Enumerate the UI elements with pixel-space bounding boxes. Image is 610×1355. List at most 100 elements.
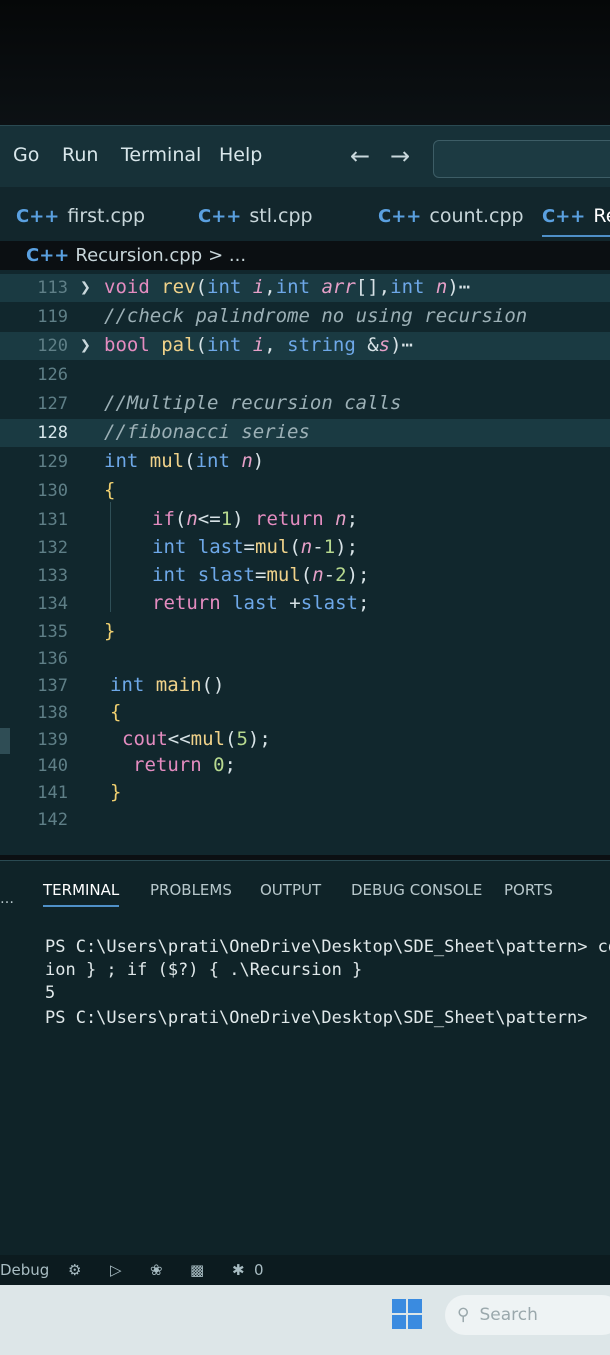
- line-number: 134: [37, 594, 68, 614]
- line-number: 119: [37, 307, 68, 327]
- code-comment: //check palindrome no using recursion: [104, 305, 528, 327]
- code-line[interactable]: 140 return 0;: [0, 752, 610, 780]
- code-line[interactable]: 113 ❯ void rev(int i,int arr[],int n)⋯: [0, 274, 610, 302]
- tab-label: stl.cpp: [249, 205, 313, 227]
- gear-icon[interactable]: ⚙: [68, 1261, 81, 1279]
- cpp-file-icon: C++: [198, 205, 242, 227]
- tab-problems[interactable]: PROBLEMS: [150, 881, 232, 899]
- cpp-file-icon: C++: [542, 205, 586, 227]
- more-icon[interactable]: …: [0, 891, 14, 907]
- arrow-right-icon[interactable]: →: [390, 142, 410, 170]
- line-number: 129: [37, 452, 68, 472]
- status-bar: Debug ⚙ ▷ ❀ ▩ ✱ 0: [0, 1255, 610, 1285]
- cpp-file-icon: C++: [378, 205, 422, 227]
- code-editor[interactable]: 113 ❯ void rev(int i,int arr[],int n)⋯ 1…: [0, 270, 610, 855]
- code-text: void rev(int i,int arr[],int n)⋯: [104, 276, 471, 298]
- code-line[interactable]: 131 if(n<=1) return n;: [0, 506, 610, 534]
- line-number: 139: [37, 730, 68, 750]
- tab-debug-console[interactable]: DEBUG CONSOLE: [351, 881, 482, 899]
- code-text: bool pal(int i, string &s)⋯: [104, 334, 413, 356]
- tab-ports[interactable]: PORTS: [504, 881, 553, 899]
- code-line[interactable]: 139 cout<<mul(5);: [0, 726, 610, 754]
- code-comment: //Multiple recursion calls: [104, 392, 402, 414]
- breadcrumb-file[interactable]: Recursion.cpp: [75, 245, 202, 266]
- windows-logo-icon[interactable]: [392, 1299, 422, 1329]
- code-comment: //fibonacci series: [104, 421, 310, 443]
- taskbar-search[interactable]: ⚲ Search: [445, 1295, 610, 1335]
- line-number: 120: [37, 336, 68, 356]
- code-line[interactable]: 132 int last=mul(n-1);: [0, 534, 610, 562]
- play-icon[interactable]: ▷: [110, 1261, 122, 1279]
- tab-output[interactable]: OUTPUT: [260, 881, 321, 899]
- code-text: return last +slast;: [152, 592, 370, 614]
- code-text: cout<<mul(5);: [122, 728, 271, 750]
- terminal-output: 5: [45, 983, 56, 1003]
- terminal-prompt[interactable]: PS C:\Users\prati\OneDrive\Desktop\SDE_S…: [45, 1008, 587, 1028]
- line-number: 113: [37, 278, 68, 298]
- menu-bar: Go Run Terminal Help ← →: [0, 125, 610, 188]
- cpp-file-icon: C++: [16, 205, 60, 227]
- code-text: int mul(int n): [104, 450, 265, 472]
- menu-go[interactable]: Go: [13, 144, 39, 166]
- trash-icon[interactable]: ▩: [190, 1261, 204, 1279]
- tab-terminal[interactable]: TERMINAL: [43, 881, 120, 907]
- code-line[interactable]: 135 }: [0, 618, 610, 646]
- breadcrumb-separator: > ...: [208, 244, 247, 266]
- code-text: }: [104, 620, 116, 642]
- breadcrumb[interactable]: C++ Recursion.cpp > ...: [26, 242, 246, 268]
- line-number: 128: [37, 423, 68, 443]
- code-line[interactable]: 134 return last +slast;: [0, 590, 610, 618]
- code-text: int main(): [110, 674, 225, 696]
- tab-label: Re: [593, 205, 610, 227]
- code-text: int last=mul(n-1);: [152, 536, 359, 558]
- code-line[interactable]: 120 ❯ bool pal(int i, string &s)⋯: [0, 332, 610, 360]
- menu-run[interactable]: Run: [62, 144, 98, 166]
- bottom-panel: TERMINAL PROBLEMS OUTPUT DEBUG CONSOLE P…: [0, 860, 610, 1256]
- line-number: 138: [37, 703, 68, 723]
- line-number: 141: [37, 783, 68, 803]
- menu-help[interactable]: Help: [219, 144, 262, 166]
- line-number: 135: [37, 622, 68, 642]
- tab-recursion-cpp[interactable]: C++ Re: [542, 197, 610, 237]
- fold-chevron-icon[interactable]: ❯: [80, 277, 91, 298]
- tab-label: count.cpp: [429, 205, 524, 227]
- monitor-bezel: [0, 0, 610, 125]
- tab-stl-cpp[interactable]: C++ stl.cpp: [198, 197, 313, 235]
- line-number: 140: [37, 756, 68, 776]
- code-line-current[interactable]: 128 //fibonacci series: [0, 419, 610, 447]
- debug-label[interactable]: Debug: [0, 1261, 49, 1279]
- code-text: }: [110, 781, 122, 803]
- code-text: {: [104, 479, 116, 501]
- menu-terminal[interactable]: Terminal: [121, 144, 201, 166]
- taskbar-search-placeholder: Search: [479, 1305, 538, 1325]
- windows-taskbar: ⚲ Search: [0, 1285, 610, 1355]
- bug-icon[interactable]: ❀: [150, 1261, 163, 1279]
- terminal-line: PS C:\Users\prati\OneDrive\Desktop\SDE_S…: [45, 937, 610, 957]
- fold-chevron-icon[interactable]: ❯: [80, 335, 91, 356]
- code-line[interactable]: 119 //check palindrome no using recursio…: [0, 303, 610, 331]
- line-number: 126: [37, 365, 68, 385]
- tab-count-cpp[interactable]: C++ count.cpp: [378, 197, 524, 235]
- cpp-file-icon: C++: [26, 244, 70, 266]
- broadcast-icon[interactable]: ✱: [232, 1261, 245, 1279]
- line-number: 133: [37, 566, 68, 586]
- line-number: 130: [37, 481, 68, 501]
- line-number: 132: [37, 538, 68, 558]
- arrow-left-icon[interactable]: ←: [350, 142, 370, 170]
- line-number: 131: [37, 510, 68, 530]
- code-line[interactable]: 129 int mul(int n): [0, 448, 610, 476]
- ports-count: 0: [254, 1261, 264, 1279]
- tab-first-cpp[interactable]: C++ first.cpp: [16, 197, 145, 235]
- code-line[interactable]: 130 {: [0, 477, 610, 505]
- code-line[interactable]: 137 int main(): [0, 672, 610, 700]
- code-line[interactable]: 141 }: [0, 779, 610, 807]
- code-line[interactable]: 133 int slast=mul(n-2);: [0, 562, 610, 590]
- command-center-search[interactable]: [433, 140, 610, 178]
- code-line[interactable]: 136: [0, 645, 610, 673]
- code-text: return 0;: [133, 754, 236, 776]
- code-line[interactable]: 126: [0, 361, 610, 389]
- tab-label: first.cpp: [67, 205, 146, 227]
- code-line[interactable]: 138 {: [0, 699, 610, 727]
- code-line[interactable]: 142: [0, 806, 610, 834]
- code-line[interactable]: 127 //Multiple recursion calls: [0, 390, 610, 418]
